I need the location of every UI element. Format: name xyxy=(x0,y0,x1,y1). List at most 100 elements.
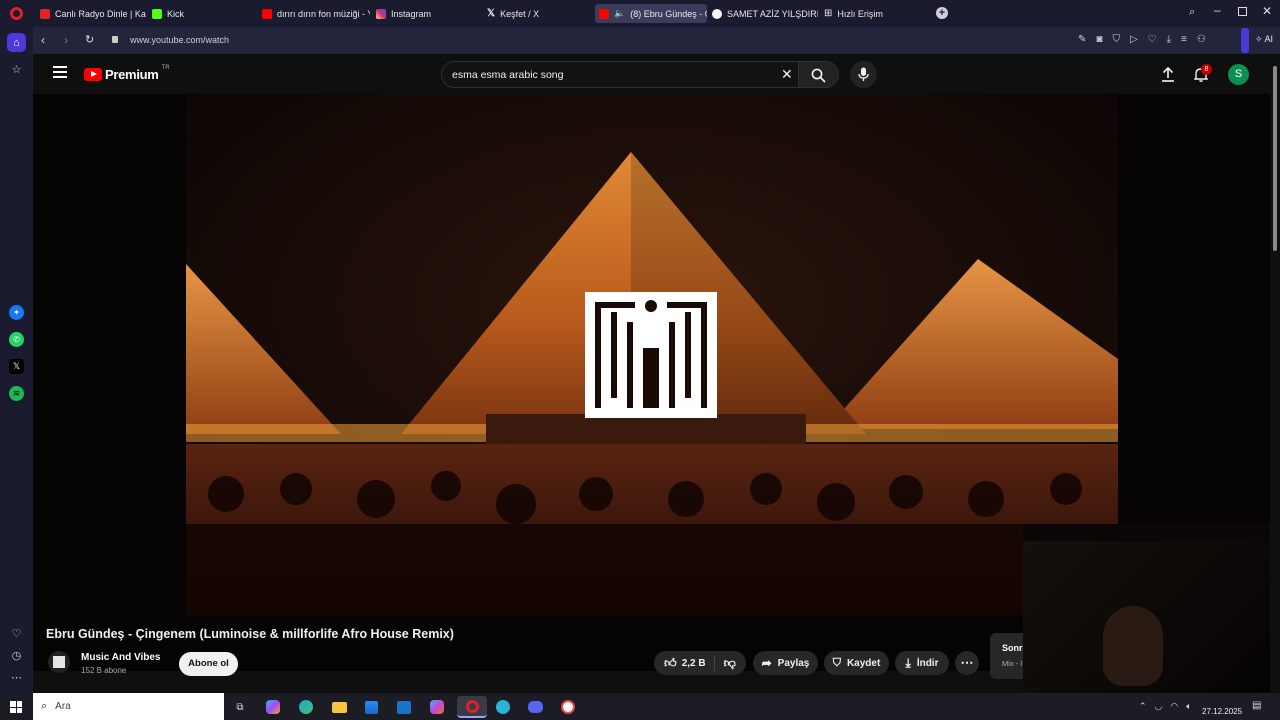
channel-avatar[interactable] xyxy=(48,651,70,673)
chevron-up-icon[interactable]: ⌃ xyxy=(1139,701,1147,712)
like-button[interactable]: 👍︎ 2,2 B xyxy=(664,655,715,671)
clock-date[interactable]: 27.12.2025 xyxy=(1202,707,1242,716)
discord-icon[interactable] xyxy=(524,696,546,718)
tab-label: Hızlı Erişim xyxy=(837,8,883,19)
tab-youtube-fon[interactable]: dırırı dırın fon müziği - You xyxy=(258,4,370,23)
thumbs-up-icon: 👍︎ xyxy=(664,655,677,670)
shield-icon[interactable]: ⛉ xyxy=(1112,34,1120,45)
opera-taskbar-icon[interactable] xyxy=(457,696,487,718)
app-c-icon[interactable] xyxy=(492,696,514,718)
more-dots-icon[interactable]: ⋯ xyxy=(7,668,26,687)
hamburger-menu-icon[interactable] xyxy=(53,66,67,78)
camera-icon[interactable]: ◙ xyxy=(1096,34,1102,45)
new-tab-button[interactable]: + xyxy=(936,7,948,19)
page-scrollbar[interactable] xyxy=(1270,54,1280,693)
maximize-button[interactable] xyxy=(1238,7,1247,16)
subscriber-count: 152 B abone xyxy=(81,666,127,675)
logo-text: Premium xyxy=(105,67,159,82)
file-explorer-icon[interactable] xyxy=(328,696,350,718)
close-window-button[interactable]: ✕ xyxy=(1262,4,1272,18)
person-silhouette xyxy=(1103,606,1163,686)
search-box[interactable]: esma esma arabic song ✕ xyxy=(441,61,799,88)
outlook-icon[interactable] xyxy=(393,696,415,718)
ai-button[interactable]: ✧ AI xyxy=(1255,34,1273,45)
youtube-favicon-icon xyxy=(262,8,272,19)
more-actions-button[interactable]: ⋯ xyxy=(955,651,979,675)
subscribe-button[interactable]: Abone ol xyxy=(179,652,238,676)
volume-icon[interactable]: 🔈︎ xyxy=(1186,701,1191,712)
download-arrow-icon: ⤓ xyxy=(905,655,911,670)
download-icon[interactable]: ⤓ xyxy=(1167,34,1171,45)
share-arrow-icon: ➦ xyxy=(761,656,772,670)
upload-icon[interactable] xyxy=(1161,67,1175,82)
channel-logo-emblem xyxy=(585,292,717,418)
save-button[interactable]: ⛉ Kaydet xyxy=(824,651,889,675)
notification-center-icon[interactable]: ▤ xyxy=(1252,700,1261,711)
channel-logo-icon xyxy=(53,656,65,668)
opera-sidebar: ⌂ ☆ ✦ ✆ 𝕏 ≋ ♡ ◷ ⋯ xyxy=(0,27,33,693)
youtube-premium-logo[interactable]: Premium TR xyxy=(84,65,170,82)
x-favicon-icon: 𝕏 xyxy=(487,8,496,19)
menu-icon[interactable]: ≡ xyxy=(1181,34,1187,45)
favorites-heart-icon[interactable]: ♡ xyxy=(7,624,26,643)
tab-kick[interactable]: Kick xyxy=(148,4,248,23)
heart-icon[interactable]: ♡ xyxy=(1148,34,1157,45)
dislike-button[interactable]: 👎︎ xyxy=(721,656,736,671)
messenger-icon[interactable]: ✦ xyxy=(9,305,24,320)
grid-icon: ⊞ xyxy=(824,8,833,19)
play-icon[interactable]: ▷ xyxy=(1130,34,1138,45)
notifications-button[interactable]: 8 xyxy=(1194,64,1212,82)
opera-logo-icon[interactable] xyxy=(10,7,23,20)
app-gear-icon[interactable] xyxy=(557,696,579,718)
up-next-subtitle: Mix - l xyxy=(1002,659,1022,668)
video-frame-image xyxy=(186,94,1118,616)
reload-icon[interactable]: ↻ xyxy=(85,33,94,46)
avatar[interactable]: S xyxy=(1228,64,1249,85)
clear-search-icon[interactable]: ✕ xyxy=(781,66,793,83)
whatsapp-icon[interactable]: ✆ xyxy=(9,332,24,347)
channel-name[interactable]: Music And Vibes xyxy=(81,652,160,663)
tab-instagram[interactable]: Instagram xyxy=(372,4,477,23)
star-icon[interactable]: ☆ xyxy=(7,60,26,79)
tab-ebru-gundes-active[interactable]: 🔈 (8) Ebru Gündeş - Çin xyxy=(595,4,707,23)
share-label: Paylaş xyxy=(777,657,810,669)
office-icon[interactable] xyxy=(426,696,448,718)
store-icon[interactable] xyxy=(360,696,382,718)
tab-x[interactable]: 𝕏 Keşfet / X xyxy=(483,4,588,23)
bookmark-icon: ⛉ xyxy=(832,656,841,669)
search-input[interactable]: esma esma arabic song xyxy=(452,69,563,81)
tab-search-icon[interactable]: ⌕ xyxy=(1189,6,1195,19)
copilot-icon[interactable] xyxy=(262,696,284,718)
minimize-button[interactable]: – xyxy=(1214,3,1221,17)
tab-karnaval[interactable]: Canlı Radyo Dinle | Karnaval xyxy=(36,4,146,23)
download-button[interactable]: ⤓ İndir xyxy=(895,651,949,675)
tab-label: Canlı Radyo Dinle | Karnaval xyxy=(55,8,146,19)
scrollbar-thumb[interactable] xyxy=(1273,66,1277,251)
instagram-favicon-icon xyxy=(376,8,386,19)
system-tray: ⌃ ◡ ◠ 🔈︎ xyxy=(1139,701,1192,712)
aria-indicator xyxy=(1241,28,1249,53)
tab-speed-dial[interactable]: ⊞ Hızlı Erişim xyxy=(820,4,930,23)
taskbar-search[interactable]: ⌕ Ara xyxy=(33,693,224,720)
edit-icon[interactable]: ✎ xyxy=(1078,34,1086,45)
voice-search-button[interactable] xyxy=(850,61,877,88)
network-icon[interactable]: ◡ xyxy=(1155,701,1163,712)
home-icon[interactable]: ⌂ xyxy=(7,33,26,52)
url-text[interactable]: www.youtube.com/watch xyxy=(130,35,229,45)
spotify-icon[interactable]: ≋ xyxy=(9,386,24,401)
share-button[interactable]: ➦ Paylaş xyxy=(753,651,818,675)
edge-icon[interactable] xyxy=(295,696,317,718)
x-sidebar-icon[interactable]: 𝕏 xyxy=(9,359,24,374)
tab-samet-aziz[interactable]: SAMET AZİZ YILŞDIRIM - B xyxy=(708,4,818,23)
history-clock-icon[interactable]: ◷ xyxy=(7,646,26,665)
save-label: Kaydet xyxy=(846,657,881,669)
youtube-play-icon xyxy=(84,68,102,81)
profile-icon[interactable]: ⚇ xyxy=(1197,34,1206,45)
search-button[interactable] xyxy=(799,61,839,88)
more-horizontal-icon: ⋯ xyxy=(960,655,974,670)
back-arrow-icon[interactable]: ‹ xyxy=(41,33,45,47)
task-view-icon[interactable]: ⧉ xyxy=(229,696,251,718)
windows-start-icon[interactable] xyxy=(10,701,22,713)
wifi-icon[interactable]: ◠ xyxy=(1170,701,1178,712)
forward-arrow-icon[interactable]: › xyxy=(64,33,68,47)
